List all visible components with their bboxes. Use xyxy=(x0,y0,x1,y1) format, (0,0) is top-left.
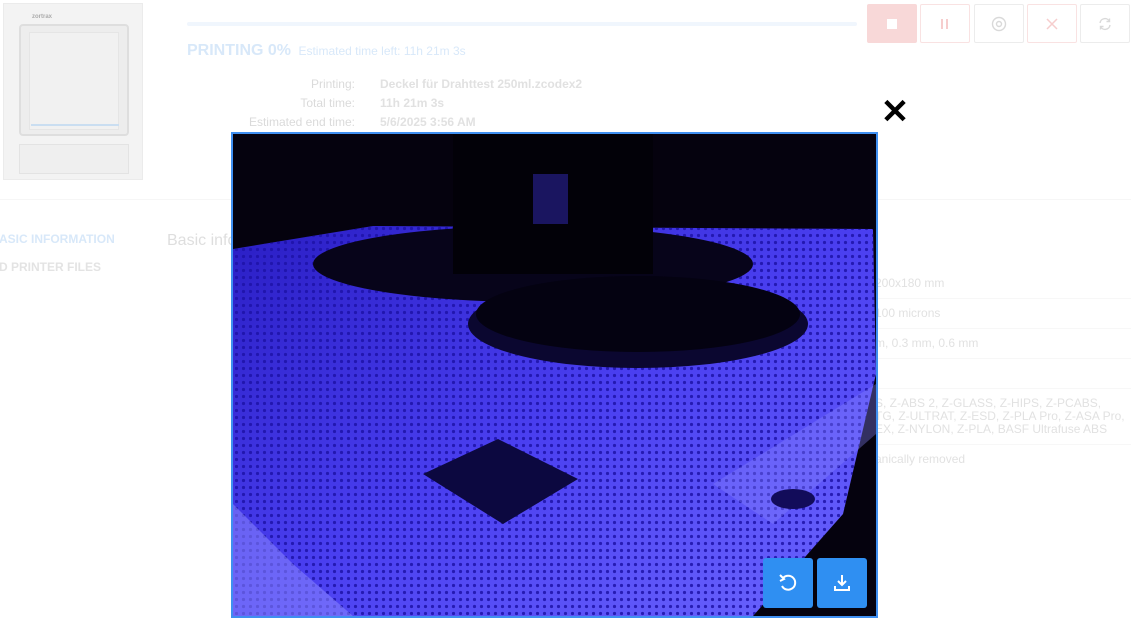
rotate-button[interactable] xyxy=(763,558,813,608)
camera-image xyxy=(233,134,876,616)
download-button[interactable] xyxy=(817,558,867,608)
download-icon xyxy=(834,575,850,591)
close-modal-button[interactable]: ✕ xyxy=(879,95,911,129)
camera-snapshot xyxy=(231,132,878,618)
rotate-icon xyxy=(779,574,797,591)
